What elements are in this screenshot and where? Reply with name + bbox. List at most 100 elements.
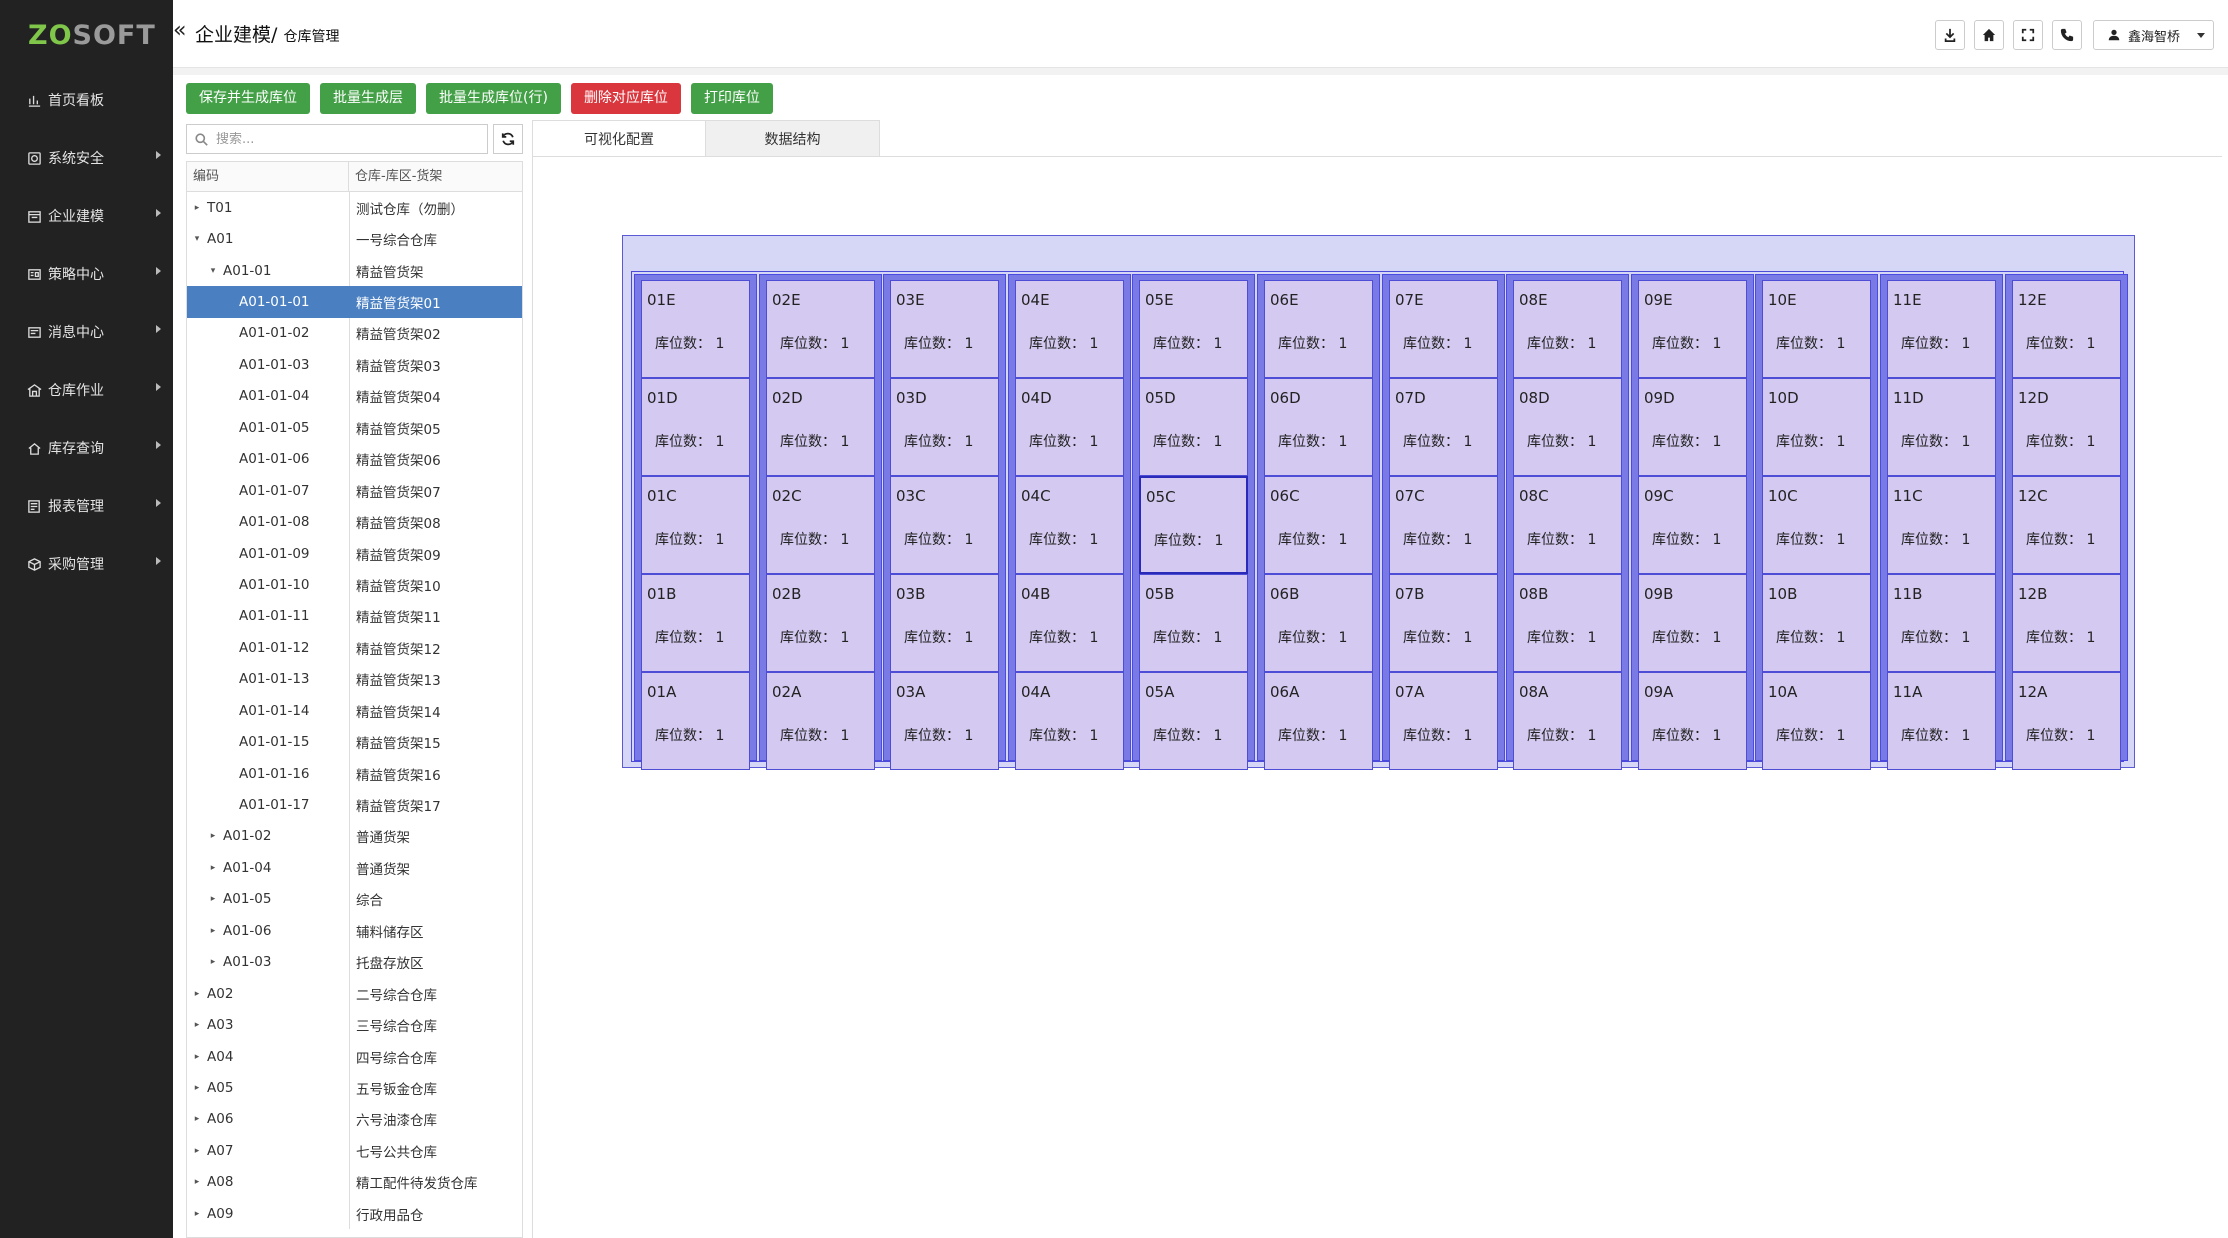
rack-cell[interactable]: 08B 库位数： 1 bbox=[1513, 574, 1622, 672]
toolbar-button-2[interactable]: 批量生成库位(行) bbox=[426, 83, 561, 114]
rack-cell[interactable]: 02A 库位数： 1 bbox=[766, 672, 875, 770]
tree-row[interactable]: ▸ A01-04 普通货架 bbox=[187, 852, 522, 883]
caret-right-icon[interactable]: ▸ bbox=[191, 1146, 203, 1156]
rack-cell[interactable]: 05B 库位数： 1 bbox=[1139, 574, 1248, 672]
home-button[interactable] bbox=[1974, 20, 2004, 50]
rack-cell[interactable]: 06C 库位数： 1 bbox=[1264, 476, 1373, 574]
tree-row[interactable]: ▸ A03 三号综合仓库 bbox=[187, 1009, 522, 1040]
rack-cell[interactable]: 03E 库位数： 1 bbox=[890, 280, 999, 378]
tree-row[interactable]: A01-01-03 精益管货架03 bbox=[187, 349, 522, 380]
rack-cell[interactable]: 02B 库位数： 1 bbox=[766, 574, 875, 672]
rack-cell[interactable]: 01D 库位数： 1 bbox=[641, 378, 750, 476]
rack-cell[interactable]: 05A 库位数： 1 bbox=[1139, 672, 1248, 770]
tree-row[interactable]: A01-01-08 精益管货架08 bbox=[187, 506, 522, 537]
rack-cell[interactable]: 06D 库位数： 1 bbox=[1264, 378, 1373, 476]
rack-cell[interactable]: 09E 库位数： 1 bbox=[1638, 280, 1747, 378]
rack-cell[interactable]: 10A 库位数： 1 bbox=[1762, 672, 1871, 770]
caret-right-icon[interactable]: ▸ bbox=[191, 1114, 203, 1124]
caret-right-icon[interactable]: ▸ bbox=[191, 1177, 203, 1187]
rack-cell[interactable]: 10C 库位数： 1 bbox=[1762, 476, 1871, 574]
tree-row[interactable]: ▸ T01 测试仓库（勿删） bbox=[187, 192, 522, 223]
caret-right-icon[interactable]: ▸ bbox=[191, 203, 203, 213]
tree-row[interactable]: ▸ A06 六号油漆仓库 bbox=[187, 1104, 522, 1135]
caret-right-icon[interactable]: ▸ bbox=[207, 957, 219, 967]
rack-cell[interactable]: 05C 库位数： 1 bbox=[1139, 476, 1248, 574]
sidebar-item-1[interactable]: 系统安全 bbox=[0, 138, 173, 178]
rack-cell[interactable]: 04A 库位数： 1 bbox=[1015, 672, 1124, 770]
caret-right-icon[interactable]: ▸ bbox=[191, 989, 203, 999]
zosoft-logo[interactable]: ZO SOFT bbox=[0, 0, 173, 70]
toolbar-button-4[interactable]: 打印库位 bbox=[690, 83, 773, 114]
phone-button[interactable] bbox=[2052, 20, 2082, 50]
rack-cell[interactable]: 12E 库位数： 1 bbox=[2012, 280, 2121, 378]
rack-cell[interactable]: 11A 库位数： 1 bbox=[1887, 672, 1996, 770]
breadcrumb-main[interactable]: 企业建模/ bbox=[195, 24, 277, 46]
tree-row[interactable]: ▸ A01-02 普通货架 bbox=[187, 821, 522, 852]
caret-right-icon[interactable]: ▸ bbox=[207, 894, 219, 904]
rack-cell[interactable]: 03A 库位数： 1 bbox=[890, 672, 999, 770]
sidebar-item-2[interactable]: 企业建模 bbox=[0, 196, 173, 236]
rack-cell[interactable]: 08A 库位数： 1 bbox=[1513, 672, 1622, 770]
toolbar-button-0[interactable]: 保存并生成库位 bbox=[186, 83, 310, 114]
tree-row[interactable]: A01-01-09 精益管货架09 bbox=[187, 538, 522, 569]
caret-right-icon[interactable]: ▸ bbox=[207, 831, 219, 841]
rack-cell[interactable]: 12C 库位数： 1 bbox=[2012, 476, 2121, 574]
tree-row[interactable]: A01-01-11 精益管货架11 bbox=[187, 601, 522, 632]
sidebar-item-0[interactable]: 首页看板 bbox=[0, 80, 173, 120]
tree-row[interactable]: ▸ A02 二号综合仓库 bbox=[187, 978, 522, 1009]
tab-data-structure[interactable]: 数据结构 bbox=[706, 120, 880, 156]
rack-cell[interactable]: 09D 库位数： 1 bbox=[1638, 378, 1747, 476]
rack-cell[interactable]: 03B 库位数： 1 bbox=[890, 574, 999, 672]
tree-row[interactable]: A01-01-14 精益管货架14 bbox=[187, 695, 522, 726]
tree-row[interactable]: A01-01-16 精益管货架16 bbox=[187, 758, 522, 789]
rack-cell[interactable]: 10E 库位数： 1 bbox=[1762, 280, 1871, 378]
rack-cell[interactable]: 03D 库位数： 1 bbox=[890, 378, 999, 476]
tree-row[interactable]: A01-01-05 精益管货架05 bbox=[187, 412, 522, 443]
tree-row[interactable]: ▸ A09 行政用品仓 bbox=[187, 1198, 522, 1229]
rack-cell[interactable]: 07C 库位数： 1 bbox=[1389, 476, 1498, 574]
tree-row[interactable]: ▸ A08 精工配件待发货仓库 bbox=[187, 1167, 522, 1198]
rack-cell[interactable]: 09B 库位数： 1 bbox=[1638, 574, 1747, 672]
rack-cell[interactable]: 06E 库位数： 1 bbox=[1264, 280, 1373, 378]
rack-cell[interactable]: 01E 库位数： 1 bbox=[641, 280, 750, 378]
download-button[interactable] bbox=[1935, 20, 1965, 50]
caret-down-icon[interactable]: ▾ bbox=[191, 234, 203, 244]
tree-row[interactable]: A01-01-12 精益管货架12 bbox=[187, 632, 522, 663]
sidebar-item-3[interactable]: 策略中心 bbox=[0, 254, 173, 294]
rack-cell[interactable]: 11D 库位数： 1 bbox=[1887, 378, 1996, 476]
rack-cell[interactable]: 11B 库位数： 1 bbox=[1887, 574, 1996, 672]
tree-row[interactable]: A01-01-01 精益管货架01 bbox=[187, 286, 522, 318]
tree-row[interactable]: ▾ A01 一号综合仓库 bbox=[187, 223, 522, 254]
rack-cell[interactable]: 12D 库位数： 1 bbox=[2012, 378, 2121, 476]
rack-cell[interactable]: 07D 库位数： 1 bbox=[1389, 378, 1498, 476]
tree-row[interactable]: A01-01-06 精益管货架06 bbox=[187, 444, 522, 475]
rack-cell[interactable]: 07E 库位数： 1 bbox=[1389, 280, 1498, 378]
caret-right-icon[interactable]: ▸ bbox=[207, 863, 219, 873]
refresh-button[interactable] bbox=[493, 124, 523, 154]
tree-row[interactable]: ▸ A01-05 综合 bbox=[187, 884, 522, 915]
rack-cell[interactable]: 07A 库位数： 1 bbox=[1389, 672, 1498, 770]
caret-right-icon[interactable]: ▸ bbox=[191, 1209, 203, 1219]
rack-cell[interactable]: 01A 库位数： 1 bbox=[641, 672, 750, 770]
rack-cell[interactable]: 05D 库位数： 1 bbox=[1139, 378, 1248, 476]
rack-cell[interactable]: 04C 库位数： 1 bbox=[1015, 476, 1124, 574]
rack-cell[interactable]: 12A 库位数： 1 bbox=[2012, 672, 2121, 770]
tree-row[interactable]: A01-01-02 精益管货架02 bbox=[187, 318, 522, 349]
sidebar-item-6[interactable]: 库存查询 bbox=[0, 428, 173, 468]
rack-cell[interactable]: 05E 库位数： 1 bbox=[1139, 280, 1248, 378]
caret-right-icon[interactable]: ▸ bbox=[191, 1083, 203, 1093]
rack-cell[interactable]: 08D 库位数： 1 bbox=[1513, 378, 1622, 476]
rack-cell[interactable]: 03C 库位数： 1 bbox=[890, 476, 999, 574]
rack-cell[interactable]: 08E 库位数： 1 bbox=[1513, 280, 1622, 378]
caret-right-icon[interactable]: ▸ bbox=[191, 1020, 203, 1030]
rack-cell[interactable]: 11C 库位数： 1 bbox=[1887, 476, 1996, 574]
caret-down-icon[interactable]: ▾ bbox=[207, 266, 219, 276]
tree-row[interactable]: A01-01-13 精益管货架13 bbox=[187, 664, 522, 695]
user-menu-button[interactable]: 鑫海智桥 bbox=[2093, 20, 2214, 50]
rack-cell[interactable]: 01B 库位数： 1 bbox=[641, 574, 750, 672]
tree-row[interactable]: ▸ A01-03 托盘存放区 bbox=[187, 947, 522, 978]
collapse-sidebar-icon[interactable]: « bbox=[173, 20, 193, 44]
rack-cell[interactable]: 06B 库位数： 1 bbox=[1264, 574, 1373, 672]
rack-cell[interactable]: 07B 库位数： 1 bbox=[1389, 574, 1498, 672]
tree-row[interactable]: ▸ A01-06 辅料储存区 bbox=[187, 915, 522, 946]
